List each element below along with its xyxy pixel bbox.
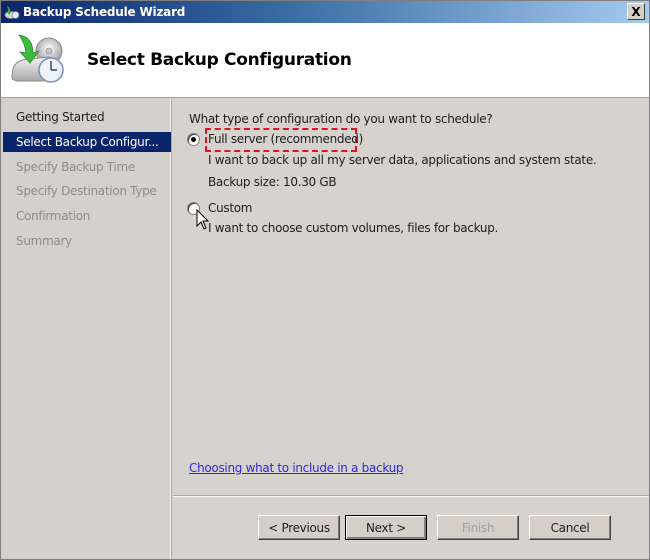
page-title: Select Backup Configuration [87,50,352,70]
content-panel: What type of configuration do you want t… [175,99,649,495]
nav-step-specify-destination-type: Specify Destination Type [16,184,157,198]
nav-step-confirmation: Confirmation [16,209,91,223]
nav-step-summary: Summary [16,234,72,248]
configuration-question: What type of configuration do you want t… [189,112,493,126]
next-button[interactable]: Next > [345,515,427,540]
wizard-window: Backup Schedule Wizard X Select Backup C… [0,0,650,560]
full-server-description: I want to back up all my server data, ap… [208,153,597,167]
finish-button: Finish [437,515,519,540]
wizard-header: Select Backup Configuration [1,23,649,98]
custom-label[interactable]: Custom [208,201,252,215]
previous-button[interactable]: < Previous [258,515,340,540]
cancel-button[interactable]: Cancel [529,515,611,540]
nav-step-select-backup-configuration[interactable]: Select Backup Configur... [3,132,171,152]
help-link[interactable]: Choosing what to include in a backup [189,461,404,475]
button-separator [173,495,649,497]
full-server-label[interactable]: Full server (recommended) [208,132,363,146]
backup-size: Backup size: 10.30 GB [208,175,337,189]
close-button[interactable]: X [627,3,645,20]
mouse-cursor-icon [196,208,210,231]
backup-schedule-icon [9,29,69,89]
window-title: Backup Schedule Wizard [23,5,186,19]
radio-selected-dot [191,137,196,142]
full-server-radio[interactable] [187,133,200,146]
close-icon: X [631,4,641,19]
backup-icon [4,4,20,20]
nav-step-specify-backup-time: Specify Backup Time [16,160,135,174]
wizard-steps-nav: Getting Started Select Backup Configur..… [1,99,171,559]
custom-description: I want to choose custom volumes, files f… [208,221,499,235]
nav-step-getting-started[interactable]: Getting Started [1,107,171,127]
title-bar[interactable]: Backup Schedule Wizard X [1,1,649,23]
